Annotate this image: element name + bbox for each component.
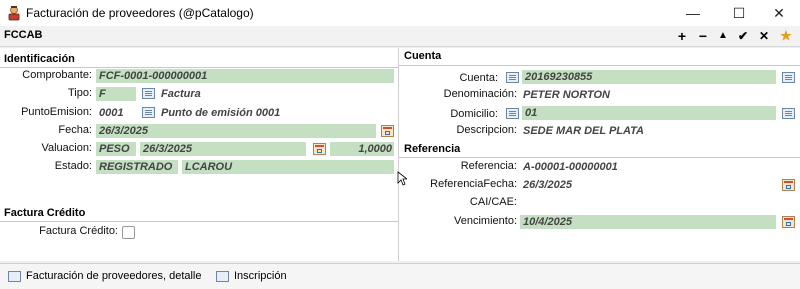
- add-record-button[interactable]: +: [674, 27, 690, 45]
- factura-credito-checkbox[interactable]: [122, 226, 135, 239]
- minimize-button[interactable]: —: [670, 0, 716, 26]
- app-icon: [6, 5, 22, 21]
- tipo-description-field: Factura: [158, 87, 394, 101]
- section-referencia-header: Referencia: [404, 143, 461, 155]
- tipo-code-field[interactable]: F: [96, 87, 136, 101]
- fecha-label: Fecha:: [58, 124, 92, 136]
- comprobante-label: Comprobante:: [22, 69, 92, 81]
- section-divider: [399, 157, 800, 158]
- remove-record-button[interactable]: −: [695, 27, 711, 45]
- valuacion-fecha-field[interactable]: 26/3/2025: [140, 142, 306, 156]
- domicilio-field[interactable]: 01: [522, 106, 776, 120]
- tipo-label: Tipo:: [67, 87, 92, 99]
- form-code: FCCAB: [4, 29, 43, 41]
- domicilio-detail-icon[interactable]: [782, 108, 795, 119]
- mouse-pointer-icon: [397, 171, 409, 189]
- cai-cae-label: CAI/CAE:: [469, 196, 517, 208]
- extra-action-icon[interactable]: ★: [778, 27, 794, 45]
- fecha-calendar-icon[interactable]: [381, 125, 394, 137]
- close-window-button[interactable]: ✕: [756, 0, 800, 26]
- tab-inscripcion[interactable]: Inscripción: [216, 266, 287, 286]
- grid-icon: [216, 270, 229, 282]
- descripcion-label: Descripcion:: [456, 124, 517, 136]
- vencimiento-field[interactable]: 10/4/2025: [520, 215, 776, 229]
- cancel-button[interactable]: ✕: [756, 27, 772, 45]
- cuenta-detail-icon[interactable]: [782, 72, 795, 83]
- referencia-field[interactable]: A-00001-00000001: [520, 160, 776, 174]
- denominacion-label: Denominación:: [443, 88, 517, 100]
- tab-facturacion-detalle[interactable]: Facturación de proveedores, detalle: [8, 266, 202, 286]
- valuacion-moneda-field[interactable]: PESO: [96, 142, 136, 156]
- valuacion-calendar-icon[interactable]: [313, 143, 326, 155]
- domicilio-label: Domicilio:: [450, 108, 498, 120]
- section-divider: [0, 67, 398, 68]
- cai-cae-field[interactable]: [520, 196, 796, 210]
- cuenta-field[interactable]: 20169230855: [522, 70, 776, 84]
- move-up-button[interactable]: ▲: [715, 27, 731, 45]
- factura-credito-label: Factura Crédito:: [39, 225, 118, 237]
- referencia-fecha-calendar-icon[interactable]: [782, 179, 795, 191]
- descripcion-field: SEDE MAR DEL PLATA: [520, 124, 776, 138]
- grid-icon: [8, 270, 21, 282]
- tab-label: Inscripción: [234, 270, 287, 282]
- tab-label: Facturación de proveedores, detalle: [26, 270, 202, 282]
- window-titlebar: Facturación de proveedores (@pCatalogo) …: [0, 0, 800, 26]
- referencia-label: Referencia:: [460, 160, 517, 172]
- window-title: Facturación de proveedores (@pCatalogo): [26, 6, 254, 20]
- punto-emision-description-field: Punto de emisión 0001: [158, 106, 394, 120]
- punto-emision-lookup-icon[interactable]: [142, 107, 155, 118]
- valuacion-label: Valuacion:: [41, 142, 92, 154]
- domicilio-lookup-icon[interactable]: [506, 108, 519, 119]
- estado-user-field: LCAROU: [182, 160, 394, 174]
- section-factura-credito-header: Factura Crédito: [4, 207, 86, 219]
- referencia-fecha-label: ReferenciaFecha:: [430, 178, 517, 190]
- form-toolbar: FCCAB + − ▲ ✔ ✕ ★: [0, 26, 800, 47]
- valuacion-cotizacion-field[interactable]: 1,0000: [330, 142, 394, 156]
- comprobante-field[interactable]: FCF-0001-000000001: [96, 69, 394, 83]
- referencia-fecha-field[interactable]: 26/3/2025: [520, 178, 776, 192]
- section-divider: [0, 221, 398, 222]
- vencimiento-calendar-icon[interactable]: [782, 216, 795, 228]
- section-cuenta-header: Cuenta: [404, 50, 442, 62]
- confirm-button[interactable]: ✔: [735, 27, 751, 45]
- punto-emision-code-field[interactable]: 0001: [96, 106, 136, 120]
- punto-emision-label: PuntoEmision:: [21, 106, 92, 118]
- cuenta-label: Cuenta:: [459, 72, 498, 84]
- cuenta-lookup-icon[interactable]: [506, 72, 519, 83]
- estado-field: REGISTRADO: [96, 160, 178, 174]
- fecha-field[interactable]: 26/3/2025: [96, 124, 376, 138]
- tipo-lookup-icon[interactable]: [142, 88, 155, 99]
- denominacion-field: PETER NORTON: [520, 88, 776, 102]
- vencimiento-label: Vencimiento:: [454, 215, 517, 227]
- section-divider: [399, 65, 800, 66]
- section-identificacion-header: Identificación: [4, 53, 75, 65]
- estado-label: Estado:: [54, 160, 92, 172]
